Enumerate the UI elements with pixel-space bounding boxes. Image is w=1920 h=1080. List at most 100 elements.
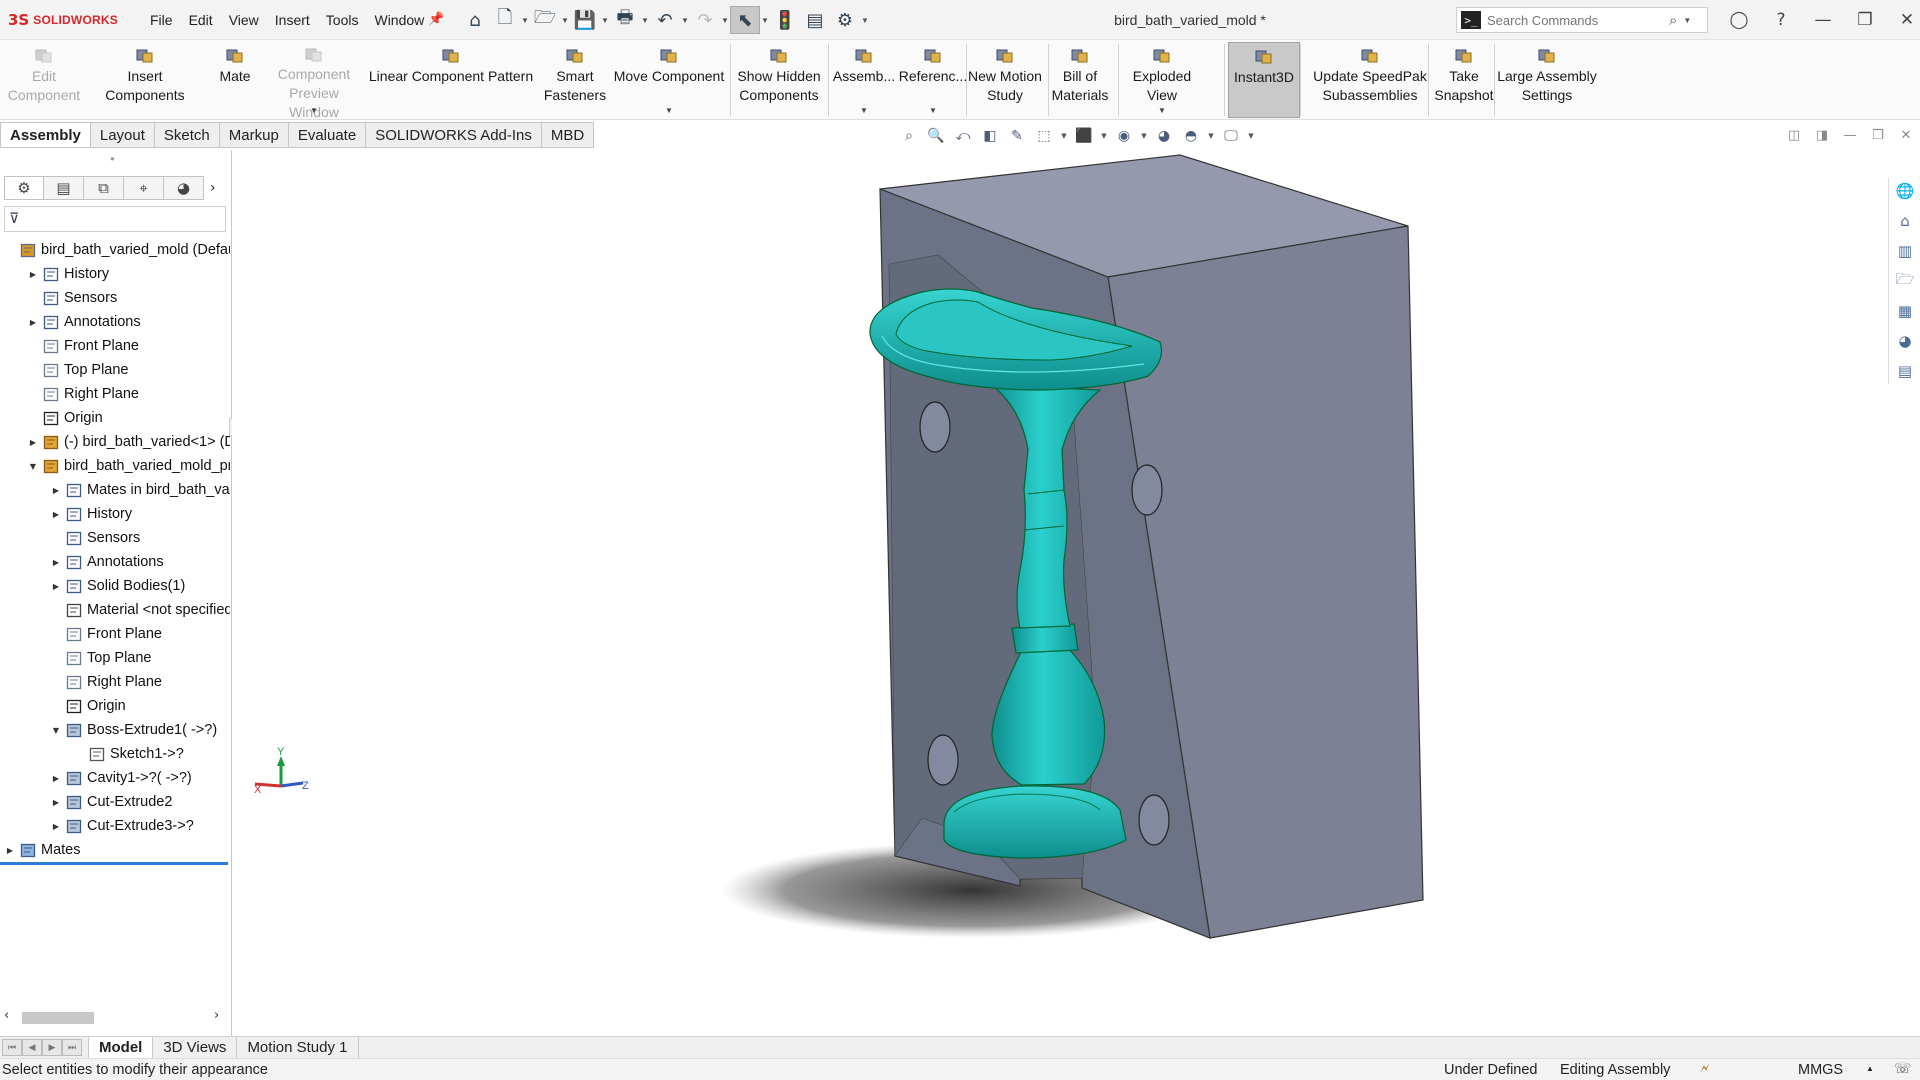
rebuild-status-icon[interactable]: 🗲 [1700, 1061, 1709, 1077]
user-account-icon[interactable]: ◯ [1718, 7, 1760, 33]
display-style-icon[interactable]: ⬛ [1073, 126, 1095, 146]
apply-scene-icon[interactable]: ◓ [1180, 126, 1202, 146]
search-commands-box[interactable]: >_ ⌕ ▼ [1456, 7, 1708, 33]
units-selector[interactable]: MMGS [1798, 1062, 1843, 1078]
tree-node[interactable]: Top Plane [0, 358, 230, 382]
select-dropdown-icon[interactable]: ▼ [760, 16, 770, 25]
filter-icon[interactable]: ⊽ [9, 211, 19, 227]
tab-layout[interactable]: Layout [90, 122, 155, 148]
tree-node[interactable]: Front Plane [0, 334, 230, 358]
tree-node[interactable]: ▶ Cavity1->?( ->?) [0, 766, 230, 790]
units-dropdown-icon[interactable]: ▲ [1866, 1064, 1874, 1073]
previous-view-icon[interactable]: ⤺ [952, 126, 974, 146]
orientation-triad[interactable]: Y X Z [254, 746, 309, 796]
ribbon-button-component-preview-window[interactable]: Component Preview Window ▼ [264, 42, 364, 120]
solidworks-logo[interactable]: 3S SOLIDWORKS [8, 11, 118, 29]
tree-node[interactable]: ▶ Annotations [0, 310, 230, 334]
expand-icon[interactable]: ▶ [50, 822, 62, 831]
tree-node[interactable]: ▶ Cut-Extrude2 [0, 790, 230, 814]
ribbon-button-new-motion-study[interactable]: New Motion Study [966, 42, 1044, 118]
tree-node[interactable]: Material <not specified [0, 598, 230, 622]
panel-grip-icon[interactable]: ● [110, 154, 115, 163]
tree-node[interactable]: Right Plane [0, 382, 230, 406]
ribbon-button-referenc[interactable]: Referenc... ▼ [898, 42, 968, 118]
file-explorer-icon[interactable]: 🗁 [1893, 268, 1917, 294]
ribbon-button-assemb[interactable]: Assemb... ▼ [832, 42, 896, 118]
search-icon[interactable]: ⌕ [1669, 12, 1677, 29]
ribbon-button-insert-components[interactable]: Insert Components [88, 42, 202, 118]
tab-markup[interactable]: Markup [219, 122, 289, 148]
tab-motion-study-1[interactable]: Motion Study 1 [237, 1037, 359, 1058]
tree-node[interactable]: Sensors [0, 286, 230, 310]
expand-icon[interactable]: ▶ [27, 318, 39, 327]
viewport-right-icon[interactable]: ◨ [1812, 128, 1832, 143]
tree-rollback-bar[interactable] [0, 862, 228, 865]
tree-node[interactable]: Right Plane [0, 670, 230, 694]
tree-node[interactable]: bird_bath_varied_mold (Defau [0, 238, 230, 262]
undo-dropdown-icon[interactable]: ▼ [680, 16, 690, 25]
ribbon-button-smart-fasteners[interactable]: Smart Fasteners [544, 42, 606, 118]
tree-node[interactable]: Sketch1->? [0, 742, 230, 766]
print-dropdown-icon[interactable]: ▼ [640, 16, 650, 25]
tree-node[interactable]: ▶ Mates in bird_bath_vari [0, 478, 230, 502]
tab-3d-views[interactable]: 3D Views [153, 1037, 238, 1058]
rebuild-icon[interactable]: 🚦 [770, 6, 800, 34]
ribbon-button-mate[interactable]: Mate [210, 42, 260, 118]
menu-file[interactable]: File [142, 12, 181, 28]
prev-tab-icon[interactable]: ◀ [22, 1039, 42, 1056]
appearances-icon[interactable]: ◕ [1893, 328, 1917, 354]
ribbon-button-edit-component[interactable]: Edit Component [0, 42, 88, 118]
open-folder-icon[interactable]: 🗁 [530, 6, 560, 34]
hide-show-dropdown-icon[interactable]: ▼ [1140, 126, 1148, 146]
view-orientation-icon[interactable]: ⬚ [1033, 126, 1055, 146]
feature-manager-tab-icon[interactable]: ⚙ [4, 176, 44, 200]
options-dropdown-icon[interactable]: ▼ [860, 16, 870, 25]
menu-tools[interactable]: Tools [318, 12, 367, 28]
search-dropdown-icon[interactable]: ▼ [1683, 16, 1691, 25]
quick-tips-icon[interactable]: ☏ [1894, 1061, 1912, 1077]
select-arrow-icon[interactable]: ⬉ [730, 6, 760, 34]
redo-dropdown-icon[interactable]: ▼ [720, 16, 730, 25]
ribbon-dropdown-icon[interactable]: ▼ [860, 106, 868, 116]
bolt-hole-top-right[interactable] [1131, 464, 1163, 516]
collapse-icon[interactable]: ▼ [27, 462, 39, 471]
ribbon-button-update-speedpak-subassemblies[interactable]: Update SpeedPak Subassemblies [1306, 42, 1434, 118]
minimize-icon[interactable]: — [1802, 7, 1844, 33]
viewport-minimize-icon[interactable]: — [1840, 128, 1860, 143]
ribbon-button-move-component[interactable]: Move Component ▼ [610, 42, 728, 118]
custom-properties-icon[interactable]: ▤ [1893, 358, 1917, 384]
ribbon-dropdown-icon[interactable]: ▼ [665, 106, 673, 116]
menu-insert[interactable]: Insert [267, 12, 318, 28]
options-gear-icon[interactable]: ⚙ [830, 6, 860, 34]
model-view[interactable]: Y X Z [232, 150, 1886, 1036]
tab-solidworks-add-ins[interactable]: SOLIDWORKS Add-Ins [366, 122, 542, 148]
ribbon-dropdown-icon[interactable]: ▼ [310, 106, 318, 116]
menu-window[interactable]: Window [366, 12, 432, 28]
expand-icon[interactable]: ▶ [4, 846, 16, 855]
print-icon[interactable]: 🖶 [610, 6, 640, 34]
tree-node[interactable]: ▶ Annotations [0, 550, 230, 574]
ribbon-button-bill-of-materials[interactable]: Bill of Materials [1050, 42, 1110, 118]
tab-assembly[interactable]: Assembly [0, 122, 91, 148]
edit-appearance-icon[interactable]: ◕ [1153, 126, 1175, 146]
view-settings-dropdown-icon[interactable]: ▼ [1247, 126, 1255, 146]
save-dropdown-icon[interactable]: ▼ [600, 16, 610, 25]
tab-sketch[interactable]: Sketch [154, 122, 220, 148]
ribbon-button-exploded-view[interactable]: Exploded View ▼ [1120, 42, 1204, 118]
tree-node[interactable]: ▶ Solid Bodies(1) [0, 574, 230, 598]
menu-edit[interactable]: Edit [181, 12, 221, 28]
scroll-right-icon[interactable]: › [214, 1008, 219, 1023]
ribbon-button-large-assembly-settings[interactable]: Large Assembly Settings [1496, 42, 1598, 118]
tree-node[interactable]: Front Plane [0, 622, 230, 646]
home-icon[interactable]: ⌂ [460, 6, 490, 34]
bolt-hole-bottom-left[interactable] [927, 734, 959, 786]
new-dropdown-icon[interactable]: ▼ [520, 16, 530, 25]
ribbon-dropdown-icon[interactable]: ▼ [1158, 106, 1166, 116]
expand-icon[interactable]: ▶ [50, 510, 62, 519]
ribbon-button-take-snapshot[interactable]: Take Snapshot [1434, 42, 1494, 118]
section-view-icon[interactable]: ◧ [979, 126, 1001, 146]
first-tab-icon[interactable]: ⏮ [2, 1039, 22, 1056]
configuration-manager-tab-icon[interactable]: ⧉ [84, 176, 124, 200]
graphics-area[interactable]: Y X Z [232, 150, 1886, 1036]
expand-icon[interactable]: ▶ [27, 438, 39, 447]
